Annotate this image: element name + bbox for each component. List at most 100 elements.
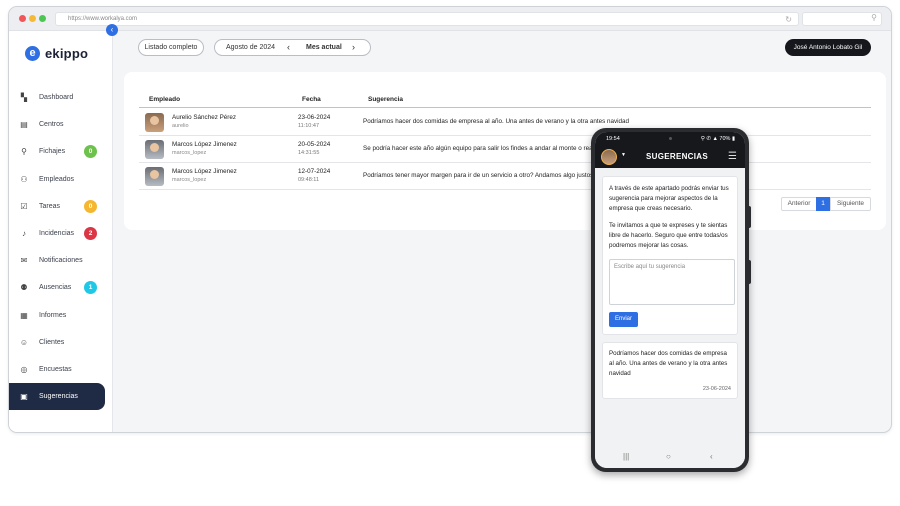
reload-icon[interactable]: ↻ <box>785 14 792 26</box>
suggestion-time: 11:10:47 <box>298 123 320 129</box>
sidebar-item-dashboard[interactable]: ▚ Dashboard <box>9 84 113 111</box>
recent-apps-icon[interactable]: ||| <box>623 452 629 461</box>
browser-search-box[interactable]: ⚲ <box>802 12 882 26</box>
chevron-down-icon[interactable]: ▼ <box>621 152 626 158</box>
logo-mark-icon: e <box>25 46 40 61</box>
close-window-dot[interactable] <box>19 15 26 22</box>
sidebar-item-label: Fichajes <box>39 148 66 156</box>
hamburger-menu-icon[interactable]: ☰ <box>728 151 737 162</box>
avatar[interactable] <box>601 149 617 165</box>
suggestion-text: Podríamos hacer dos comidas de empresa a… <box>363 118 630 125</box>
sidebar-item-label: Centros <box>39 121 64 129</box>
prev-month-icon[interactable]: ‹ <box>287 40 290 55</box>
bell-icon: ♪ <box>22 229 26 239</box>
users-icon: ⚇ <box>20 174 28 184</box>
suggestion-date: 12-07-2024 <box>298 168 331 175</box>
suggestion-form-card: A través de este apartado podrás enviar … <box>602 176 738 335</box>
building-icon: ▤ <box>20 120 28 130</box>
sidebar-item-notificaciones[interactable]: ✉ Notificaciones <box>9 247 113 274</box>
sidebar-item-informes[interactable]: ▦ Informes <box>9 302 113 329</box>
chat-icon: ✉ <box>20 256 28 266</box>
sidebar: e ekippo ▚ Dashboard ▤ Centros ⚲ Fichajes 0 ⚇ Em… <box>9 31 113 432</box>
pagination-prev-button[interactable]: Anterior <box>781 197 817 211</box>
browser-chrome: https://www.workalya.com ↻ ⚲ <box>9 7 891 31</box>
employee-username: marcos_lopez <box>172 150 207 156</box>
sidebar-nav: ▚ Dashboard ▤ Centros ⚲ Fichajes 0 ⚇ Empleados ☑ T… <box>9 84 113 411</box>
suggestions-card: Empleado Fecha Sugerencia Aurelio Sánche… <box>124 72 886 230</box>
pagination-next-button[interactable]: Siguiente <box>830 197 871 211</box>
sidebar-item-centros[interactable]: ▤ Centros <box>9 111 113 138</box>
header-suggestion: Sugerencia <box>368 96 404 103</box>
user-minus-icon: ⚉ <box>20 283 28 293</box>
minimize-window-dot[interactable] <box>29 15 36 22</box>
send-button[interactable]: Enviar <box>609 312 638 327</box>
avatar <box>145 167 164 186</box>
sidebar-item-ausencias[interactable]: ⚉ Ausencias 1 <box>9 274 113 301</box>
camera-icon <box>669 137 672 140</box>
document-icon: ▦ <box>20 310 28 320</box>
phone-power-button <box>749 260 751 284</box>
phone-screen: 19:54 ⚲ ✆ ▲ 70% ▮ ▼ SUGERENCIAS ☰ A trav… <box>595 132 745 468</box>
sidebar-item-label: Notificaciones <box>39 257 83 265</box>
sidebar-item-label: Sugerencias <box>39 393 78 401</box>
header-employee: Empleado <box>149 96 181 103</box>
user-menu-button[interactable]: José Antonio Lobato Gil <box>785 39 871 56</box>
phone-nav-bar: ||| ○ ‹ <box>595 448 745 468</box>
count-badge: 0 <box>84 145 97 159</box>
back-icon[interactable]: ‹ <box>710 452 713 461</box>
sidebar-item-label: Dashboard <box>39 94 74 102</box>
address-text: https://www.workalya.com <box>68 16 138 22</box>
month-selector: Agosto de 2024 ‹ Mes actual › <box>214 39 371 56</box>
phone-page-title: SUGERENCIAS <box>646 152 708 161</box>
sidebar-item-empleados[interactable]: ⚇ Empleados <box>9 166 113 193</box>
phone-volume-button <box>749 206 751 228</box>
location-pin-icon: ⚲ <box>21 147 27 157</box>
suggestion-input[interactable]: Escribe aquí tu sugerencia <box>609 259 735 305</box>
suggestion-item-card[interactable]: Podríamos hacer dos comidas de empresa a… <box>602 342 738 399</box>
home-icon[interactable]: ○ <box>666 452 671 461</box>
suggestion-date: 23-06-2024 <box>298 114 331 121</box>
employee-username: marcos_lopez <box>172 177 207 183</box>
logo[interactable]: e ekippo <box>25 46 88 61</box>
suggestion-item-text: Podríamos hacer dos comidas de empresa a… <box>609 350 728 377</box>
search-icon: ⚲ <box>871 13 877 22</box>
sidebar-item-fichajes[interactable]: ⚲ Fichajes 0 <box>9 138 113 165</box>
sidebar-item-sugerencias[interactable]: ▣ Sugerencias <box>9 383 105 411</box>
address-bar[interactable]: https://www.workalya.com ↻ <box>55 12 799 26</box>
status-icons: ⚲ ✆ ▲ 70% ▮ <box>700 136 735 142</box>
header-divider <box>139 107 871 108</box>
count-badge: 1 <box>84 281 97 295</box>
table-row[interactable]: Marcos López Jimenez marcos_lopez 12-07-… <box>139 163 871 190</box>
sidebar-item-label: Informes <box>39 311 67 319</box>
intro-text: A través de este apartado podrás enviar … <box>609 185 729 212</box>
employee-name: Marcos López Jimenez <box>172 168 237 175</box>
user-icon: ☺ <box>19 337 29 347</box>
current-month-button[interactable]: Mes actual <box>306 40 342 55</box>
header-date: Fecha <box>302 96 321 103</box>
employee-name: Aurelio Sánchez Pérez <box>172 114 237 121</box>
sidebar-item-label: Tareas <box>39 202 61 210</box>
suggestion-time: 09:48:11 <box>298 177 320 183</box>
phone-mockup: 19:54 ⚲ ✆ ▲ 70% ▮ ▼ SUGERENCIAS ☰ A trav… <box>591 128 751 472</box>
suggestion-text: Podríamos tener mayor margen para ir de … <box>363 172 623 179</box>
employee-username: aurelio <box>172 123 189 129</box>
suggestion-date: 20-05-2024 <box>298 141 331 148</box>
survey-icon: ◎ <box>20 364 28 374</box>
count-badge: 0 <box>84 199 97 213</box>
table-row[interactable]: Aurelio Sánchez Pérez aurelio 23-06-2024… <box>139 109 871 136</box>
listado-completo-button[interactable]: Listado completo <box>138 39 204 56</box>
collapse-sidebar-button[interactable]: ‹ <box>106 24 118 36</box>
avatar <box>145 113 164 132</box>
sidebar-item-clientes[interactable]: ☺ Clientes <box>9 329 113 356</box>
table-row[interactable]: Marcos López Jimenez marcos_lopez 20-05-… <box>139 136 871 163</box>
sidebar-item-encuestas[interactable]: ◎ Encuestas <box>9 356 113 383</box>
next-month-icon[interactable]: › <box>352 40 355 55</box>
count-badge: 2 <box>84 227 97 241</box>
phone-app-bar: ▼ SUGERENCIAS ☰ <box>595 146 745 168</box>
sidebar-item-label: Empleados <box>39 175 75 183</box>
maximize-window-dot[interactable] <box>39 15 46 22</box>
sidebar-item-tareas[interactable]: ☑ Tareas 0 <box>9 193 113 220</box>
pagination-page-1[interactable]: 1 <box>816 197 830 211</box>
invite-text: Te invitamos a que te expreses y te sien… <box>609 222 728 249</box>
sidebar-item-incidencias[interactable]: ♪ Incidencias 2 <box>9 220 113 247</box>
